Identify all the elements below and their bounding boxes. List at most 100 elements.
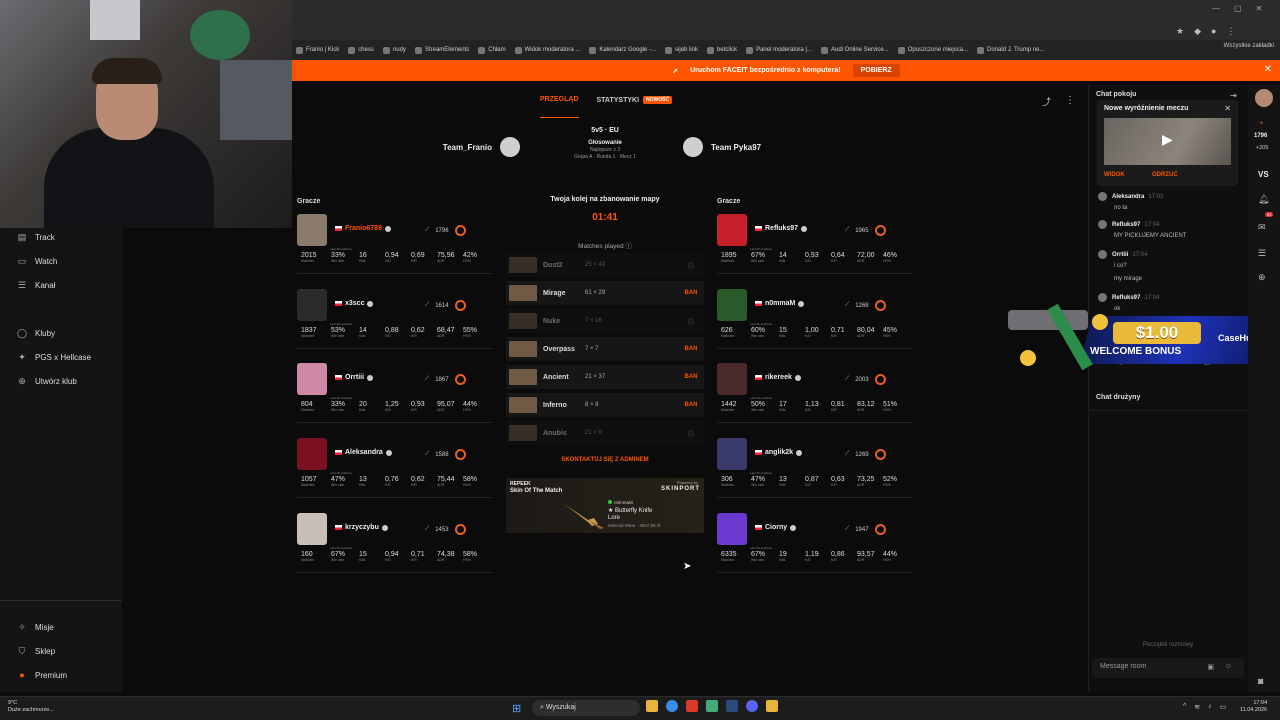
player-card[interactable]: krzyczybu ⟋ 1453 Last 30 matches 160 Matches 6… [297, 513, 493, 573]
tab-statistics[interactable]: STATYSTYKI NOWOŚĆ [597, 96, 673, 104]
bookmark-item[interactable]: Audi Online Service... [820, 46, 889, 54]
app-icon[interactable] [706, 700, 718, 712]
bookmark-item[interactable]: chess [348, 46, 374, 54]
player-avatar[interactable] [297, 438, 327, 470]
player-name[interactable]: x3scc [335, 300, 374, 307]
taskbar-clock[interactable]: 17:04 11.04.2026 [1240, 700, 1267, 714]
player-card[interactable]: Orrtiii ⟋ 1867 Last 30 matches 804 Matches 33%… [297, 363, 493, 423]
tab-overview[interactable]: PRZEGLĄD [540, 96, 579, 118]
map-row-mirage[interactable]: Mirage 61 × 29 BAN [506, 281, 704, 305]
sidebar-item-track[interactable]: ▤ Track [17, 232, 55, 243]
system-tray[interactable]: ^ ≋ ♪ ▭ [1183, 703, 1226, 711]
ban-button[interactable]: BAN [678, 346, 704, 352]
bookmark-item[interactable]: Panel moderatora |... [746, 46, 812, 54]
close-icon[interactable]: ✕ [1264, 64, 1272, 75]
sidebar-item-premium[interactable]: ● Premium [17, 670, 67, 680]
player-name[interactable]: n0mmaM [755, 300, 805, 307]
team-chat-title[interactable]: Chat drużyny [1096, 394, 1140, 401]
player-card[interactable]: Aleksandra ⟋ 1588 Last 30 matches 1057 Matche… [297, 438, 493, 498]
player-avatar[interactable] [717, 214, 747, 246]
messages-icon[interactable]: ✉ [1258, 222, 1266, 233]
play-icon[interactable]: ▶ [1162, 131, 1173, 148]
battery-icon[interactable]: ▭ [1220, 703, 1227, 711]
bookmark-item[interactable]: Opuszczone miejsca... [897, 46, 968, 54]
player-card[interactable]: Franio6789 ⟋ 1796 Last 30 matches 2015 Matche… [297, 214, 493, 274]
party-icon[interactable]: ◙ [1258, 676, 1263, 686]
player-card[interactable]: anglik2k ⟋ 1269 Last 30 matches 306 Matches 47… [717, 438, 913, 498]
share-icon[interactable]: ⤴ [1042, 95, 1051, 108]
chrome-icon[interactable] [666, 700, 678, 712]
bell-icon[interactable]: 🔔︎ [1258, 194, 1269, 205]
star-icon[interactable]: ★ [1176, 26, 1184, 37]
info-icon[interactable]: ⓘ [678, 317, 704, 326]
bookmark-item[interactable]: StreamElements [414, 46, 469, 54]
bookmark-item[interactable]: Kalendarz Google -... [589, 46, 656, 54]
map-row-nuke[interactable]: Nuke 7 × 16 ⓘ [506, 309, 704, 333]
wifi-icon[interactable]: ≋ [1194, 703, 1200, 711]
bookmarks-folder[interactable]: Wszystkie zakładki [1224, 43, 1274, 49]
info-icon[interactable]: ⓘ [678, 429, 704, 438]
volume-icon[interactable]: ♪ [1208, 703, 1212, 711]
player-avatar[interactable] [717, 363, 747, 395]
add-friend-icon[interactable]: ⊕ [1258, 272, 1266, 283]
player-name[interactable]: rikereek [755, 374, 801, 381]
user-avatar[interactable] [1255, 89, 1273, 107]
maximize-icon[interactable]: ▢ [1234, 4, 1242, 13]
close-icon[interactable]: ✕ [1224, 104, 1231, 113]
sidebar-item-utw-rz-klub[interactable]: ⊕ Utwórz klub [17, 376, 77, 387]
bookmark-item[interactable]: nudy [382, 46, 406, 54]
player-avatar[interactable] [717, 289, 747, 321]
friends-icon[interactable]: ☰ [1258, 248, 1266, 259]
casehug-ad-banner[interactable]: $1.00 WELCOME BONUS CaseHug [1006, 300, 1280, 380]
bookmark-item[interactable]: Chłam [478, 46, 506, 54]
player-avatar[interactable] [297, 363, 327, 395]
player-card[interactable]: Ciorny ⟋ 1947 Last 30 matches 6335 Matches 67%… [717, 513, 913, 573]
dismiss-highlight-button[interactable]: ODRZUĆ [1152, 172, 1178, 178]
vs-icon[interactable]: VS [1258, 170, 1269, 179]
minimize-icon[interactable]: — [1212, 4, 1220, 13]
view-highlight-button[interactable]: WIDOK [1104, 172, 1125, 178]
sidebar-item-pgs-x-hellcase[interactable]: ✦ PGS x Hellcase [17, 352, 91, 363]
player-name[interactable]: Aleksandra [335, 449, 392, 456]
sidebar-item-sklep[interactable]: ⛉ Sklep [17, 646, 55, 657]
map-row-anubis[interactable]: Anubis 21 × 9 ⓘ [506, 421, 704, 445]
player-name[interactable]: anglik2k [755, 449, 803, 456]
player-avatar[interactable] [297, 513, 327, 545]
player-avatar[interactable] [717, 438, 747, 470]
player-card[interactable]: n0mmaM ⟋ 1268 Last 30 matches 626 Matches 60% W… [717, 289, 913, 349]
map-row-dust2[interactable]: Dust2 25 × 43 ⓘ [506, 253, 704, 277]
app-icon[interactable] [686, 700, 698, 712]
window-controls[interactable]: — ▢ ✕ [1212, 4, 1262, 13]
skin-of-the-match-card[interactable]: REPEEK Skin Of The Match Powered by SKIN… [506, 478, 704, 533]
steam-icon[interactable] [726, 700, 738, 712]
highlight-video[interactable]: ▶ [1104, 118, 1231, 165]
download-button[interactable]: POBIERZ [852, 64, 900, 77]
bookmark-item[interactable]: sijeb link [665, 46, 698, 54]
chat-username[interactable]: Refluks97 [1112, 222, 1140, 228]
bookmark-item[interactable]: betclick [707, 46, 737, 54]
player-name[interactable]: Ciorny [755, 524, 797, 531]
menu-icon[interactable]: ⋮ [1226, 26, 1235, 37]
taskbar-search[interactable]: ⌕ Wyszukaj [532, 700, 640, 716]
player-card[interactable]: x3scc ⟋ 1614 Last 30 matches 1837 Matches 53% W… [297, 289, 493, 349]
sidebar-item-misje[interactable]: ✧ Misje [17, 622, 53, 633]
sidebar-item-kluby[interactable]: ◯ Kluby [17, 328, 55, 339]
player-card[interactable]: Refluks97 ⟋ 1965 Last 30 matches 1895 Matches… [717, 214, 913, 274]
player-avatar[interactable] [297, 214, 327, 246]
sidebar-item-kana-[interactable]: ☰ Kanał [17, 280, 56, 291]
player-avatar[interactable] [717, 513, 747, 545]
bookmark-item[interactable]: Widok moderatora ... [514, 46, 580, 54]
close-window-icon[interactable]: ✕ [1256, 4, 1263, 13]
emoji-icon[interactable]: ☺ [1225, 663, 1232, 670]
windows-start-icon[interactable]: ⊞ [512, 702, 521, 715]
weather-widget[interactable]: 9°C Duże zachmurze... [8, 700, 54, 713]
image-icon[interactable]: ▣ [1207, 663, 1214, 671]
sidebar-item-watch[interactable]: ▭ Watch [17, 256, 58, 267]
ban-button[interactable]: BAN [678, 402, 704, 408]
message-team-input[interactable]: Message room ▣ ☺ [1092, 658, 1244, 678]
chevron-up-icon[interactable]: ^ [1183, 703, 1186, 711]
profile-icon[interactable]: ● [1211, 26, 1216, 37]
extension-icon[interactable]: ◆ [1194, 26, 1201, 37]
contact-admin-link[interactable]: SKONTAKTUJ SIĘ Z ADMINEM [506, 457, 704, 463]
browser-extensions[interactable]: ★ ◆ ● ⋮ [1176, 26, 1235, 37]
